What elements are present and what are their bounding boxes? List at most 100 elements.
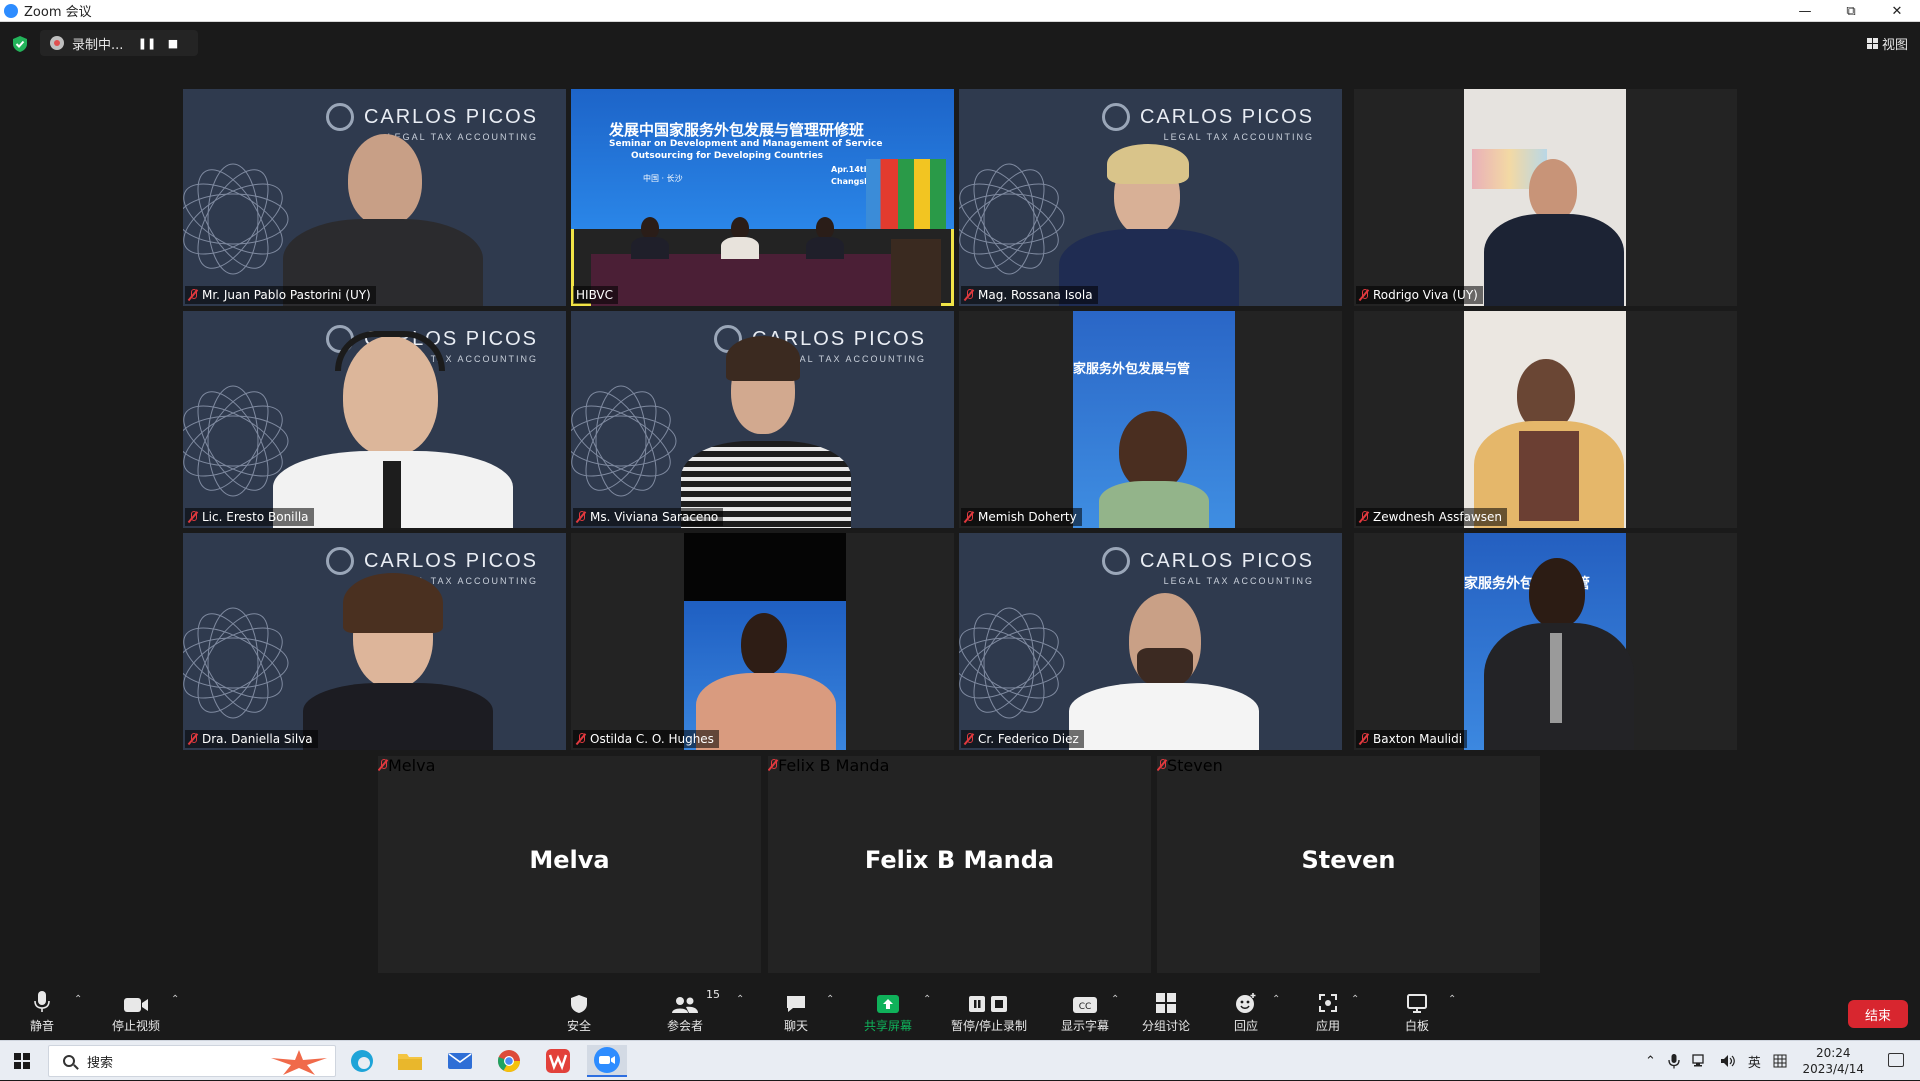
notification-center-icon[interactable] xyxy=(1888,1053,1904,1067)
taskbar-chrome[interactable] xyxy=(489,1045,529,1077)
whiteboard-options-caret-icon[interactable]: ⌃ xyxy=(1448,994,1456,1005)
windows-taskbar: 搜索 ⌃ 英 20:24 2023/4/14 xyxy=(0,1040,1920,1080)
video-tile[interactable]: CARLOS PICOS LEGAL TAX ACCOUNTING Cr. Fe… xyxy=(959,533,1342,750)
video-tile[interactable]: CARLOS PICOS LEGAL TAX ACCOUNTING Lic. E… xyxy=(183,311,566,528)
mute-options-caret-icon[interactable]: ⌃ xyxy=(74,994,82,1005)
participant-nametag: Baxton Maulidi xyxy=(1356,730,1468,748)
microphone-icon xyxy=(34,991,50,1012)
video-tile[interactable]: CARLOS PICOS LEGAL TAX ACCOUNTING Mag. R… xyxy=(959,89,1342,306)
recording-indicator: 录制中... ❚❚ ■ xyxy=(40,30,198,56)
mic-muted-icon xyxy=(188,289,198,301)
reactions-button[interactable]: 回应 xyxy=(1234,988,1258,1034)
close-icon[interactable]: ✕ xyxy=(1874,0,1920,22)
restore-icon[interactable]: ⧉ xyxy=(1828,0,1874,22)
minimize-icon[interactable]: — xyxy=(1782,0,1828,22)
participants-options-caret-icon[interactable]: ⌃ xyxy=(736,994,744,1005)
participant-nametag: Steven xyxy=(1157,756,1223,775)
zoom-app-icon xyxy=(4,3,18,18)
participant-nametag: Zewdnesh Assfawsen xyxy=(1356,508,1508,526)
tray-microphone-icon[interactable] xyxy=(1668,1053,1680,1069)
search-icon xyxy=(63,1055,75,1067)
stop-video-button[interactable]: 停止视频 xyxy=(112,988,160,1034)
taskbar-file-explorer[interactable] xyxy=(390,1045,430,1077)
video-tile-off[interactable]: Melva Melva xyxy=(378,756,761,973)
chat-options-caret-icon[interactable]: ⌃ xyxy=(826,994,834,1005)
zoom-app-taskbar-icon xyxy=(594,1047,620,1073)
search-highlight-starfish-icon xyxy=(271,1050,327,1075)
grid-icon xyxy=(1866,38,1878,49)
stop-recording-icon[interactable]: ■ xyxy=(160,37,186,50)
video-tile-active-speaker[interactable]: 发展中国家服务外包发展与管理研修班 Seminar on Development… xyxy=(571,89,954,306)
input-method-indicator[interactable]: 英 xyxy=(1748,1052,1761,1071)
apps-options-caret-icon[interactable]: ⌃ xyxy=(1351,994,1359,1005)
mic-muted-icon xyxy=(1359,289,1369,301)
mic-muted-icon xyxy=(188,511,198,523)
taskbar-mail[interactable] xyxy=(440,1045,480,1077)
window-controls: — ⧉ ✕ xyxy=(1782,0,1920,22)
breakout-rooms-button[interactable]: 分组讨论 xyxy=(1142,988,1190,1034)
participant-nametag: Rodrigo Viva (UY) xyxy=(1356,286,1483,304)
windows-start-icon[interactable] xyxy=(14,1053,30,1069)
security-button[interactable]: 安全 xyxy=(567,988,591,1034)
shield-icon xyxy=(571,995,587,1013)
taskbar-zoom[interactable] xyxy=(587,1045,627,1077)
taskbar-wps[interactable] xyxy=(538,1045,578,1077)
video-options-caret-icon[interactable]: ⌃ xyxy=(171,994,179,1005)
brand-logo: CARLOS PICOS LEGAL TAX ACCOUNTING xyxy=(1101,103,1314,142)
clock-date: 2023/4/14 xyxy=(1802,1062,1864,1076)
video-tile[interactable]: Rodrigo Viva (UY) xyxy=(1354,89,1737,306)
participant-nametag: Ostilda C. O. Hughes xyxy=(573,730,719,748)
video-tile[interactable]: CARLOS PICOS LEGAL TAX ACCOUNTING Dra. D… xyxy=(183,533,566,750)
apps-button[interactable]: 应用 xyxy=(1316,988,1340,1034)
video-tile-off[interactable]: Felix B Manda Felix B Manda xyxy=(768,756,1151,973)
volume-icon[interactable] xyxy=(1720,1054,1736,1068)
smiley-icon xyxy=(1236,993,1256,1013)
participants-count: 15 xyxy=(706,988,720,1001)
video-tile[interactable]: 家服务外包发展与管 Baxton Maulidi xyxy=(1354,533,1737,750)
mic-muted-icon xyxy=(1157,759,1167,771)
system-clock[interactable]: 20:24 2023/4/14 xyxy=(1802,1045,1864,1077)
closed-captions-icon: CC xyxy=(1073,997,1097,1013)
video-tile[interactable]: Ostilda C. O. Hughes xyxy=(571,533,954,750)
brand-logo: CARLOS PICOS LEGAL TAX ACCOUNTING xyxy=(1101,547,1314,586)
share-options-caret-icon[interactable]: ⌃ xyxy=(923,994,931,1005)
participant-nametag: Dra. Daniella Silva xyxy=(185,730,318,748)
mic-muted-icon xyxy=(576,733,586,745)
input-method-grid-icon[interactable] xyxy=(1773,1054,1787,1068)
captions-button[interactable]: CC 显示字幕 xyxy=(1061,988,1109,1034)
share-screen-button[interactable]: 共享屏幕 xyxy=(864,988,912,1034)
show-hidden-icons-caret-icon[interactable]: ⌃ xyxy=(1645,1054,1656,1069)
view-button[interactable]: 视图 xyxy=(1866,34,1908,53)
video-tile[interactable]: Zewdnesh Assfawsen xyxy=(1354,311,1737,528)
gallery-view: CARLOS PICOS LEGAL TAX ACCOUNTING Mr. Ju… xyxy=(0,64,1920,984)
stage-table xyxy=(591,254,891,306)
edge-browser-icon xyxy=(351,1050,373,1072)
brand-logo: CARLOS PICOS LEGAL TAX ACCOUNTING xyxy=(325,547,538,586)
pause-stop-recording-button[interactable]: 暂停/停止录制 xyxy=(951,988,1027,1034)
participant-display-name: Steven xyxy=(1301,846,1396,874)
pause-recording-icon[interactable]: ❚❚ xyxy=(134,37,160,50)
taskbar-search[interactable]: 搜索 xyxy=(48,1045,336,1077)
mute-button[interactable]: 静音 xyxy=(30,988,54,1034)
whiteboard-button[interactable]: 白板 xyxy=(1405,988,1429,1034)
video-tile[interactable]: CARLOS PICOS LEGAL TAX ACCOUNTING Ms. Vi… xyxy=(571,311,954,528)
spirograph-graphic xyxy=(183,607,289,719)
video-tile-off[interactable]: Steven Steven xyxy=(1157,756,1540,973)
participant-nametag: Mr. Juan Pablo Pastorini (UY) xyxy=(185,286,376,304)
share-screen-icon xyxy=(877,995,899,1013)
video-tile[interactable]: 家服务外包发展与管 Memish Doherty xyxy=(959,311,1342,528)
video-tile[interactable]: CARLOS PICOS LEGAL TAX ACCOUNTING Mr. Ju… xyxy=(183,89,566,306)
brand-logo: CARLOS PICOS LEGAL TAX ACCOUNTING xyxy=(325,103,538,142)
view-label: 视图 xyxy=(1881,38,1908,53)
chat-button[interactable]: 聊天 xyxy=(784,988,808,1034)
taskbar-edge[interactable] xyxy=(342,1045,382,1077)
security-shield-icon[interactable] xyxy=(12,35,28,53)
captions-options-caret-icon[interactable]: ⌃ xyxy=(1111,994,1119,1005)
apps-icon xyxy=(1319,994,1337,1012)
chat-bubble-icon xyxy=(787,996,805,1012)
participants-button[interactable]: 15 参会者 xyxy=(667,988,720,1034)
participant-video xyxy=(348,134,422,226)
reactions-options-caret-icon[interactable]: ⌃ xyxy=(1272,994,1280,1005)
end-meeting-button[interactable]: 结束 xyxy=(1848,1000,1908,1028)
network-icon[interactable] xyxy=(1692,1054,1708,1068)
